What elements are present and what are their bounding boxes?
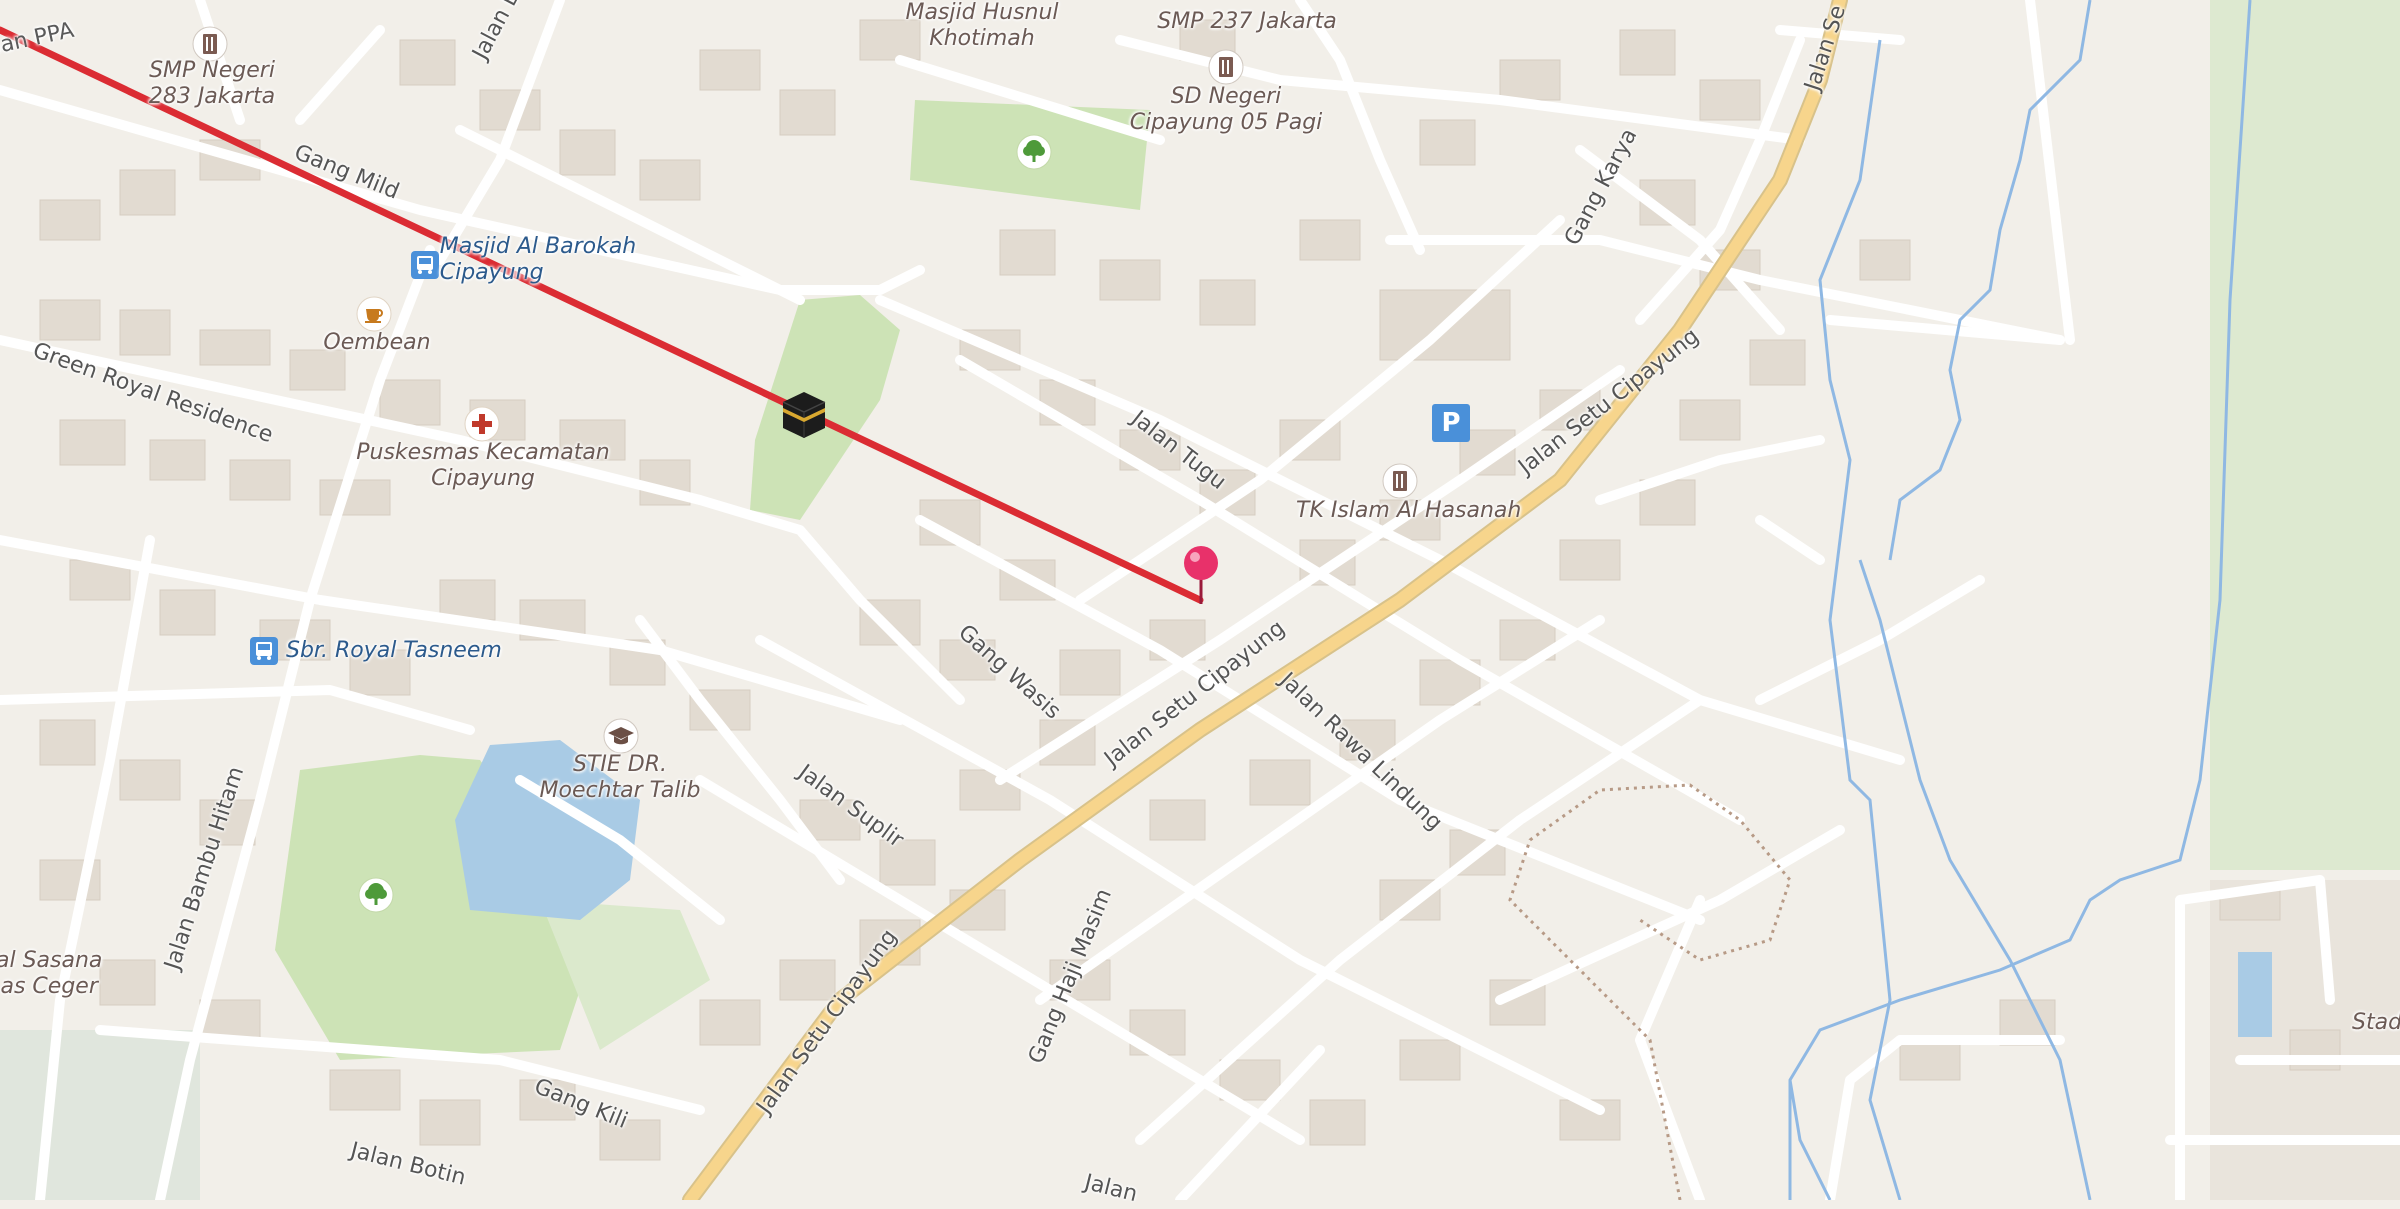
poi-label-line: Khotimah — [929, 26, 1035, 52]
poi-label-masjid-husnul: Masjid Husnul Khotimah — [905, 0, 1058, 53]
poi-label-line: Cipayung 05 Pagi — [1129, 110, 1323, 136]
poi-label-tk-islam: TK Islam Al Hasanah — [1296, 498, 1522, 523]
poi-label-oembean: Oembean — [323, 330, 431, 355]
location-pin-icon[interactable] — [1180, 544, 1222, 610]
bus-stop-icon[interactable] — [249, 636, 279, 670]
poi-label-puskesmas: Puskesmas Kecamatan Cipayung — [356, 440, 610, 493]
school-icon[interactable] — [1382, 463, 1418, 503]
poi-label-line: 283 Jakarta — [148, 84, 276, 110]
kaaba-icon[interactable] — [775, 384, 833, 446]
poi-label-masjid-al-barokah: Masjid Al Barokah Cipayung — [440, 234, 637, 287]
poi-label-line: al Sasana — [0, 948, 103, 973]
poi-label-sasana: al Sasana as Ceger — [0, 948, 102, 1001]
parking-label: P — [1441, 408, 1461, 438]
poi-label-line: as Ceger — [0, 974, 98, 1000]
poi-label-line: SD Negeri — [1170, 84, 1282, 109]
poi-label-smp283: SMP Negeri 283 Jakarta — [149, 58, 275, 111]
poi-label-line: Moechtar Talib — [539, 778, 701, 804]
parking-icon[interactable]: P — [1432, 404, 1470, 442]
tree-icon[interactable] — [358, 877, 394, 917]
bus-stop-icon[interactable] — [410, 250, 440, 284]
poi-label-line: SMP Negeri — [149, 58, 275, 83]
poi-label-smp237: SMP 237 Jakarta — [1157, 9, 1337, 34]
poi-label-line: Cipayung — [431, 466, 535, 492]
poi-label-line: STIE DR. — [572, 752, 667, 777]
green-area-east — [2210, 0, 2400, 870]
poi-label-stie: STIE DR. Moechtar Talib — [540, 752, 701, 805]
poi-label-sbr-royal: Sbr. Royal Tasneem — [286, 638, 502, 663]
poi-label-stadium: Stadiu — [2352, 1010, 2400, 1035]
poi-label-line: Puskesmas Kecamatan — [356, 440, 610, 465]
poi-label-sd-negeri: SD Negeri Cipayung 05 Pagi — [1130, 84, 1323, 137]
poi-label-line: Masjid Al Barokah — [439, 234, 637, 259]
poi-label-line: Masjid Husnul — [905, 0, 1059, 25]
tree-icon[interactable] — [1016, 134, 1052, 174]
school-icon[interactable] — [1208, 49, 1244, 89]
poi-label-line: Cipayung — [439, 260, 544, 286]
